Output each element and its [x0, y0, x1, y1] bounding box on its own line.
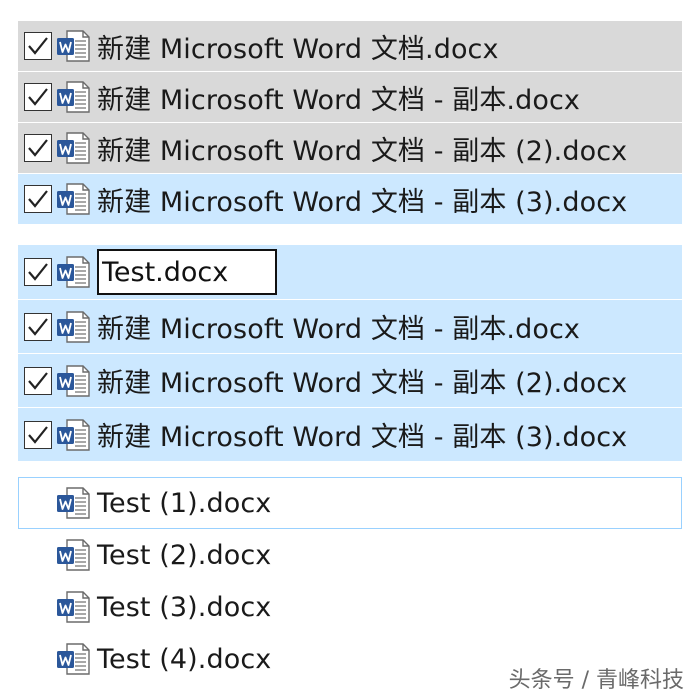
word-document-icon [55, 364, 93, 398]
file-name: 新建 Microsoft Word 文档 - 副本.docx [97, 314, 580, 345]
checkmark-icon [28, 88, 48, 106]
item-checkbox[interactable] [24, 366, 52, 395]
file-name: 新建 Microsoft Word 文档.docx [97, 33, 499, 65]
file-name: Test (1).docx [97, 487, 272, 519]
word-document-icon [55, 642, 93, 676]
checkmark-icon [28, 139, 48, 157]
before-group: 新建 Microsoft Word 文档.docx 新建 Microsoft W… [0, 21, 700, 224]
word-document-icon [55, 538, 93, 572]
file-name: 新建 Microsoft Word 文档 - 副本 (2).docx [97, 368, 628, 399]
word-document-icon [55, 255, 93, 289]
item-checkbox[interactable] [24, 258, 52, 286]
file-row[interactable]: 新建 Microsoft Word 文档 - 副本 (2).docx [18, 353, 682, 407]
word-document-icon [55, 29, 93, 63]
item-checkbox[interactable] [24, 185, 52, 213]
checkmark-icon [28, 425, 48, 444]
word-document-icon [55, 310, 93, 344]
word-document-icon [55, 486, 93, 520]
rename-group: 新建 Microsoft Word 文档 - 副本.docx 新建 Micros… [0, 245, 700, 461]
file-name: Test (2).docx [97, 539, 272, 571]
file-row[interactable]: 新建 Microsoft Word 文档 - 副本 (2).docx [18, 122, 682, 173]
item-checkbox[interactable] [24, 312, 52, 341]
explorer-file-list: 新建 Microsoft Word 文档.docx 新建 Microsoft W… [0, 0, 700, 700]
word-document-icon [55, 131, 93, 165]
checkmark-icon [28, 317, 48, 336]
rename-field[interactable] [97, 249, 277, 295]
file-name: 新建 Microsoft Word 文档 - 副本 (2).docx [97, 135, 628, 167]
file-row[interactable]: 新建 Microsoft Word 文档 - 副本.docx [18, 71, 682, 122]
file-row[interactable]: Test (1).docx [18, 477, 682, 529]
file-row[interactable]: Test (2).docx [18, 529, 682, 581]
checkmark-icon [28, 37, 48, 55]
file-row[interactable]: 新建 Microsoft Word 文档 - 副本 (3).docx [18, 407, 682, 461]
item-checkbox[interactable] [24, 420, 52, 449]
file-row[interactable]: Test (3).docx [18, 581, 682, 633]
file-row[interactable]: 新建 Microsoft Word 文档 - 副本.docx [18, 299, 682, 353]
file-name: 新建 Microsoft Word 文档 - 副本 (3).docx [97, 186, 628, 218]
checkmark-icon [28, 190, 48, 208]
result-group: Test (1).docx Test (2).docx Test (3).doc… [0, 477, 700, 685]
word-document-icon [55, 590, 93, 624]
file-name: 新建 Microsoft Word 文档 - 副本 (3).docx [97, 422, 628, 453]
checkmark-icon [28, 263, 48, 281]
file-name: Test (4).docx [97, 643, 272, 675]
word-document-icon [55, 182, 93, 216]
word-document-icon [55, 418, 93, 452]
item-checkbox[interactable] [24, 134, 52, 162]
rename-input[interactable] [102, 256, 272, 288]
file-row-renaming[interactable] [18, 245, 682, 299]
file-name: Test (3).docx [97, 591, 272, 623]
watermark: 头条号 / 青峰科技 [508, 668, 684, 693]
item-checkbox[interactable] [24, 32, 52, 60]
file-row[interactable]: 新建 Microsoft Word 文档 - 副本 (3).docx [18, 173, 682, 224]
file-name: 新建 Microsoft Word 文档 - 副本.docx [97, 84, 580, 116]
checkmark-icon [28, 371, 48, 390]
file-row[interactable]: 新建 Microsoft Word 文档.docx [18, 21, 682, 71]
item-checkbox[interactable] [24, 83, 52, 111]
word-document-icon [55, 80, 93, 114]
